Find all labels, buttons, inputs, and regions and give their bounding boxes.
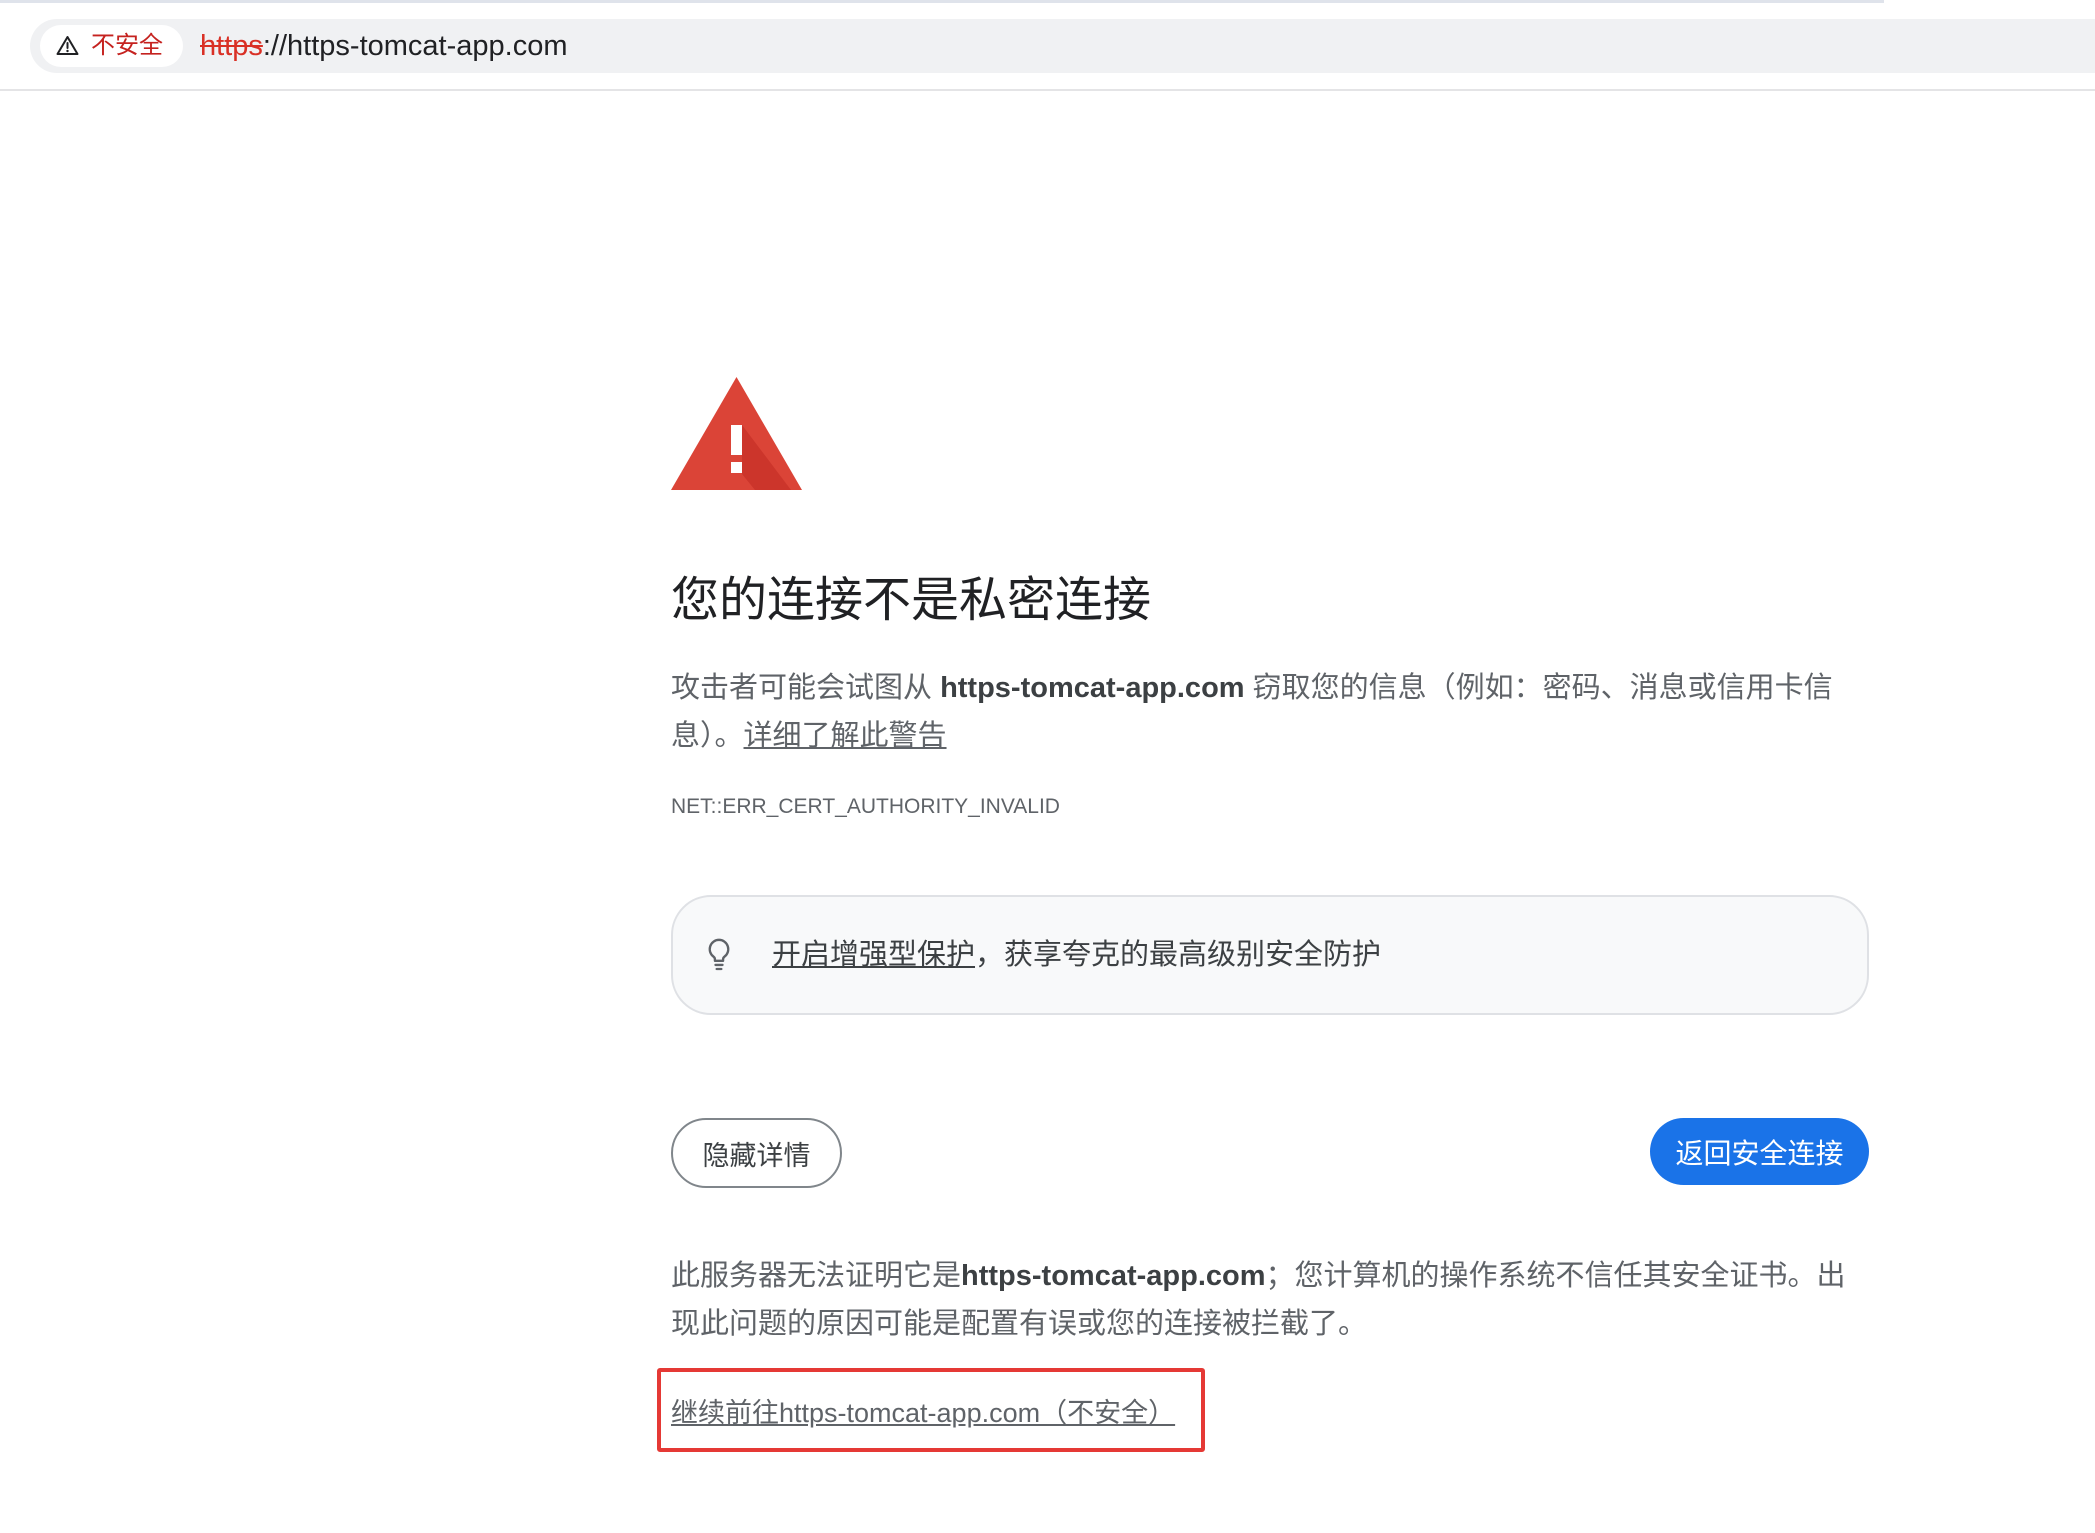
enhanced-protection-text: 开启增强型保护，获享夸克的最高级别安全防护: [772, 897, 1381, 1013]
page-title: 您的连接不是私密连接: [671, 574, 1152, 627]
lightbulb-icon: [708, 938, 730, 971]
address-bar[interactable]: 不安全 https://https-tomcat-app.com: [30, 19, 2095, 73]
url-scheme-struck: https: [200, 30, 263, 62]
details-paragraph: 此服务器无法证明它是https-tomcat-app.com；您计算机的操作系统…: [671, 1252, 1869, 1348]
proceed-unsafe-link[interactable]: 继续前往https-tomcat-app.com（不安全）: [671, 1395, 1175, 1431]
enhanced-protection-banner: 开启增强型保护，获享夸克的最高级别安全防护: [671, 895, 1869, 1015]
red-warning-triangle-icon: [671, 377, 802, 490]
details-text-before: 此服务器无法证明它是: [671, 1260, 962, 1292]
enable-enhanced-protection-link[interactable]: 开启增强型保护: [772, 939, 975, 971]
url-host: ://https-tomcat-app.com: [262, 30, 568, 62]
learn-more-link[interactable]: 详细了解此警告: [744, 720, 947, 752]
security-status-label: 不安全: [91, 32, 163, 59]
intro-paragraph: 攻击者可能会试图从 https-tomcat-app.com 窃取您的信息（例如…: [671, 664, 1869, 760]
security-status-chip[interactable]: 不安全: [40, 25, 183, 67]
back-to-safety-button[interactable]: 返回安全连接: [1650, 1118, 1869, 1185]
enhanced-protection-description: ，获享夸克的最高级别安全防护: [975, 939, 1382, 971]
intro-text-before: 攻击者可能会试图从: [671, 672, 941, 704]
details-target-domain: https-tomcat-app.com: [961, 1260, 1266, 1292]
url-text: https://https-tomcat-app.com: [200, 19, 568, 73]
error-code: NET::ERR_CERT_AUTHORITY_INVALID: [671, 795, 1060, 818]
browser-toolbar: 不安全 https://https-tomcat-app.com: [0, 0, 2095, 91]
warning-triangle-outline-icon: [56, 36, 79, 55]
intro-target-domain: https-tomcat-app.com: [940, 672, 1245, 704]
hide-details-button[interactable]: 隐藏详情: [671, 1118, 842, 1188]
